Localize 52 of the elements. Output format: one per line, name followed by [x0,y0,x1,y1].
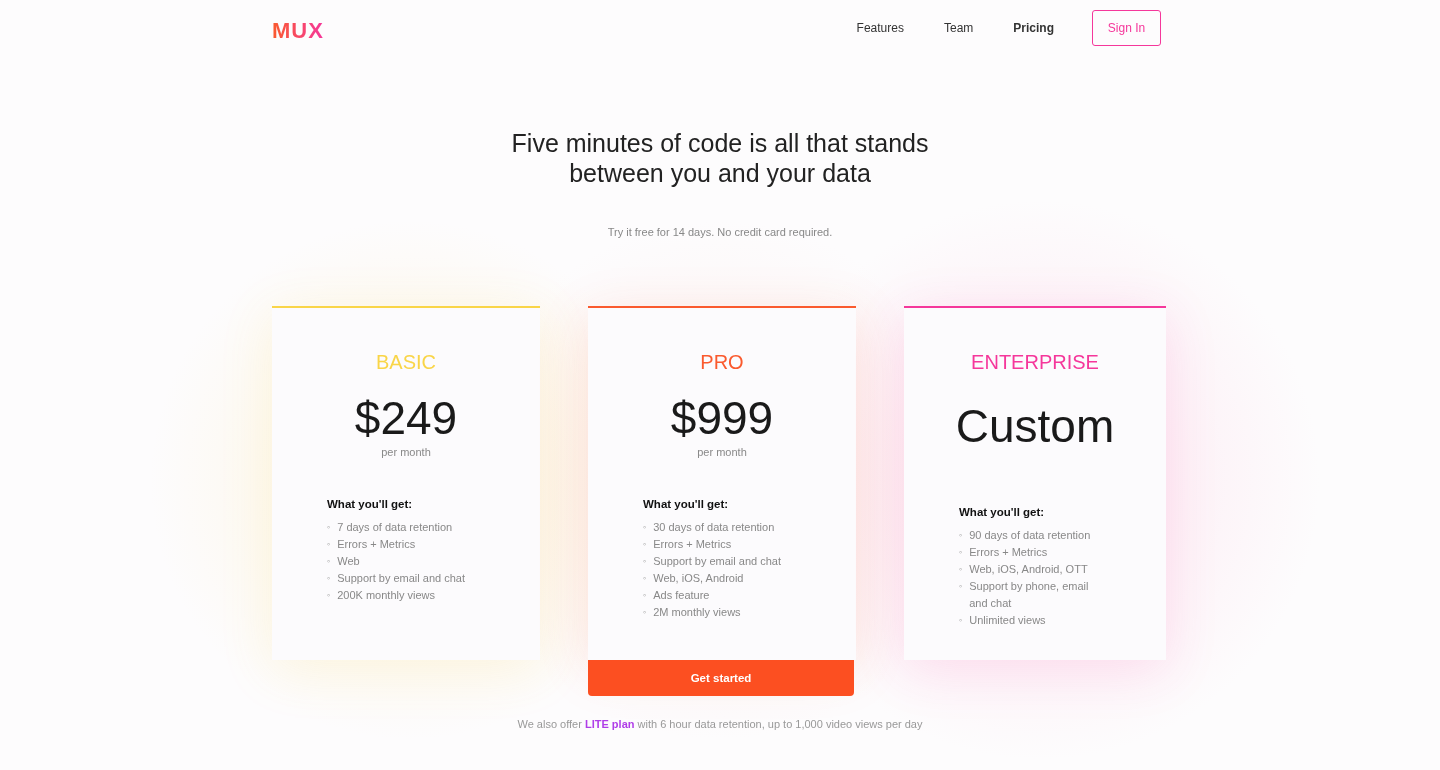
list-bullet: ◦ [643,572,647,585]
feature-item: 200K monthly views [337,588,436,603]
list-bullet: ◦ [959,614,963,627]
plan-price: $249 [354,391,458,446]
features-title: What you'll get: [643,498,730,510]
list-bullet: ◦ [643,538,647,551]
list-bullet: ◦ [327,572,331,585]
nav-link[interactable]: Team [943,21,974,35]
feature-item: Web, iOS, Android, OTT [969,562,1088,577]
get-started-button[interactable]: Get started [588,660,854,696]
feature-item: Errors + Metrics [337,537,416,552]
list-bullet: ◦ [327,521,331,534]
list-bullet: ◦ [959,529,963,542]
feature-item: Web [337,554,360,569]
nav-link[interactable]: Pricing [1013,21,1054,35]
list-bullet: ◦ [959,546,963,559]
features-title: What you'll get: [959,506,1046,518]
list-bullet: ◦ [643,521,647,534]
list-bullet: ◦ [643,589,647,602]
feature-item: Errors + Metrics [653,537,732,552]
hero-title: Five minutes of code is all that stands between you and your data [510,128,930,188]
plan-name: ENTERPRISE [971,351,1099,374]
feature-item: Support by email and chat [337,571,465,586]
lite-plan-note: We also offer LITE plan with 6 hour data retention, up to 1,000 video views per day [516,718,924,730]
list-bullet: ◦ [643,555,647,568]
plan-name: PRO [700,351,744,374]
feature-item: Web, iOS, Android [653,571,744,586]
feature-item: 90 days of data retention [969,528,1091,543]
feature-item: 30 days of data retention [653,520,775,535]
lite-plan-link[interactable]: LITE plan [584,718,635,730]
feature-item: Ads feature [653,588,710,603]
feature-item: Unlimited views [969,613,1046,628]
price-period: per month [697,446,747,458]
list-bullet: ◦ [959,580,963,593]
feature-item: 7 days of data retention [337,520,453,535]
plan-price: Custom [955,399,1115,454]
sign-in-button[interactable]: Sign In [1092,10,1161,46]
list-bullet: ◦ [327,538,331,551]
feature-item: 2M monthly views [653,605,741,620]
plan-name: BASIC [376,351,436,374]
list-bullet: ◦ [327,589,331,602]
price-period: per month [381,446,431,458]
hero-subtitle: Try it free for 14 days. No credit card required. [606,226,834,238]
plan-price: $999 [670,391,774,446]
list-bullet: ◦ [959,563,963,576]
list-bullet: ◦ [327,555,331,568]
feature-item: Support by phone, email and chat [969,579,1090,611]
features-title: What you'll get: [327,498,414,510]
feature-item: Errors + Metrics [969,545,1048,560]
nav-link[interactable]: Features [856,21,904,35]
feature-item: Support by email and chat [653,554,781,569]
list-bullet: ◦ [643,606,647,619]
